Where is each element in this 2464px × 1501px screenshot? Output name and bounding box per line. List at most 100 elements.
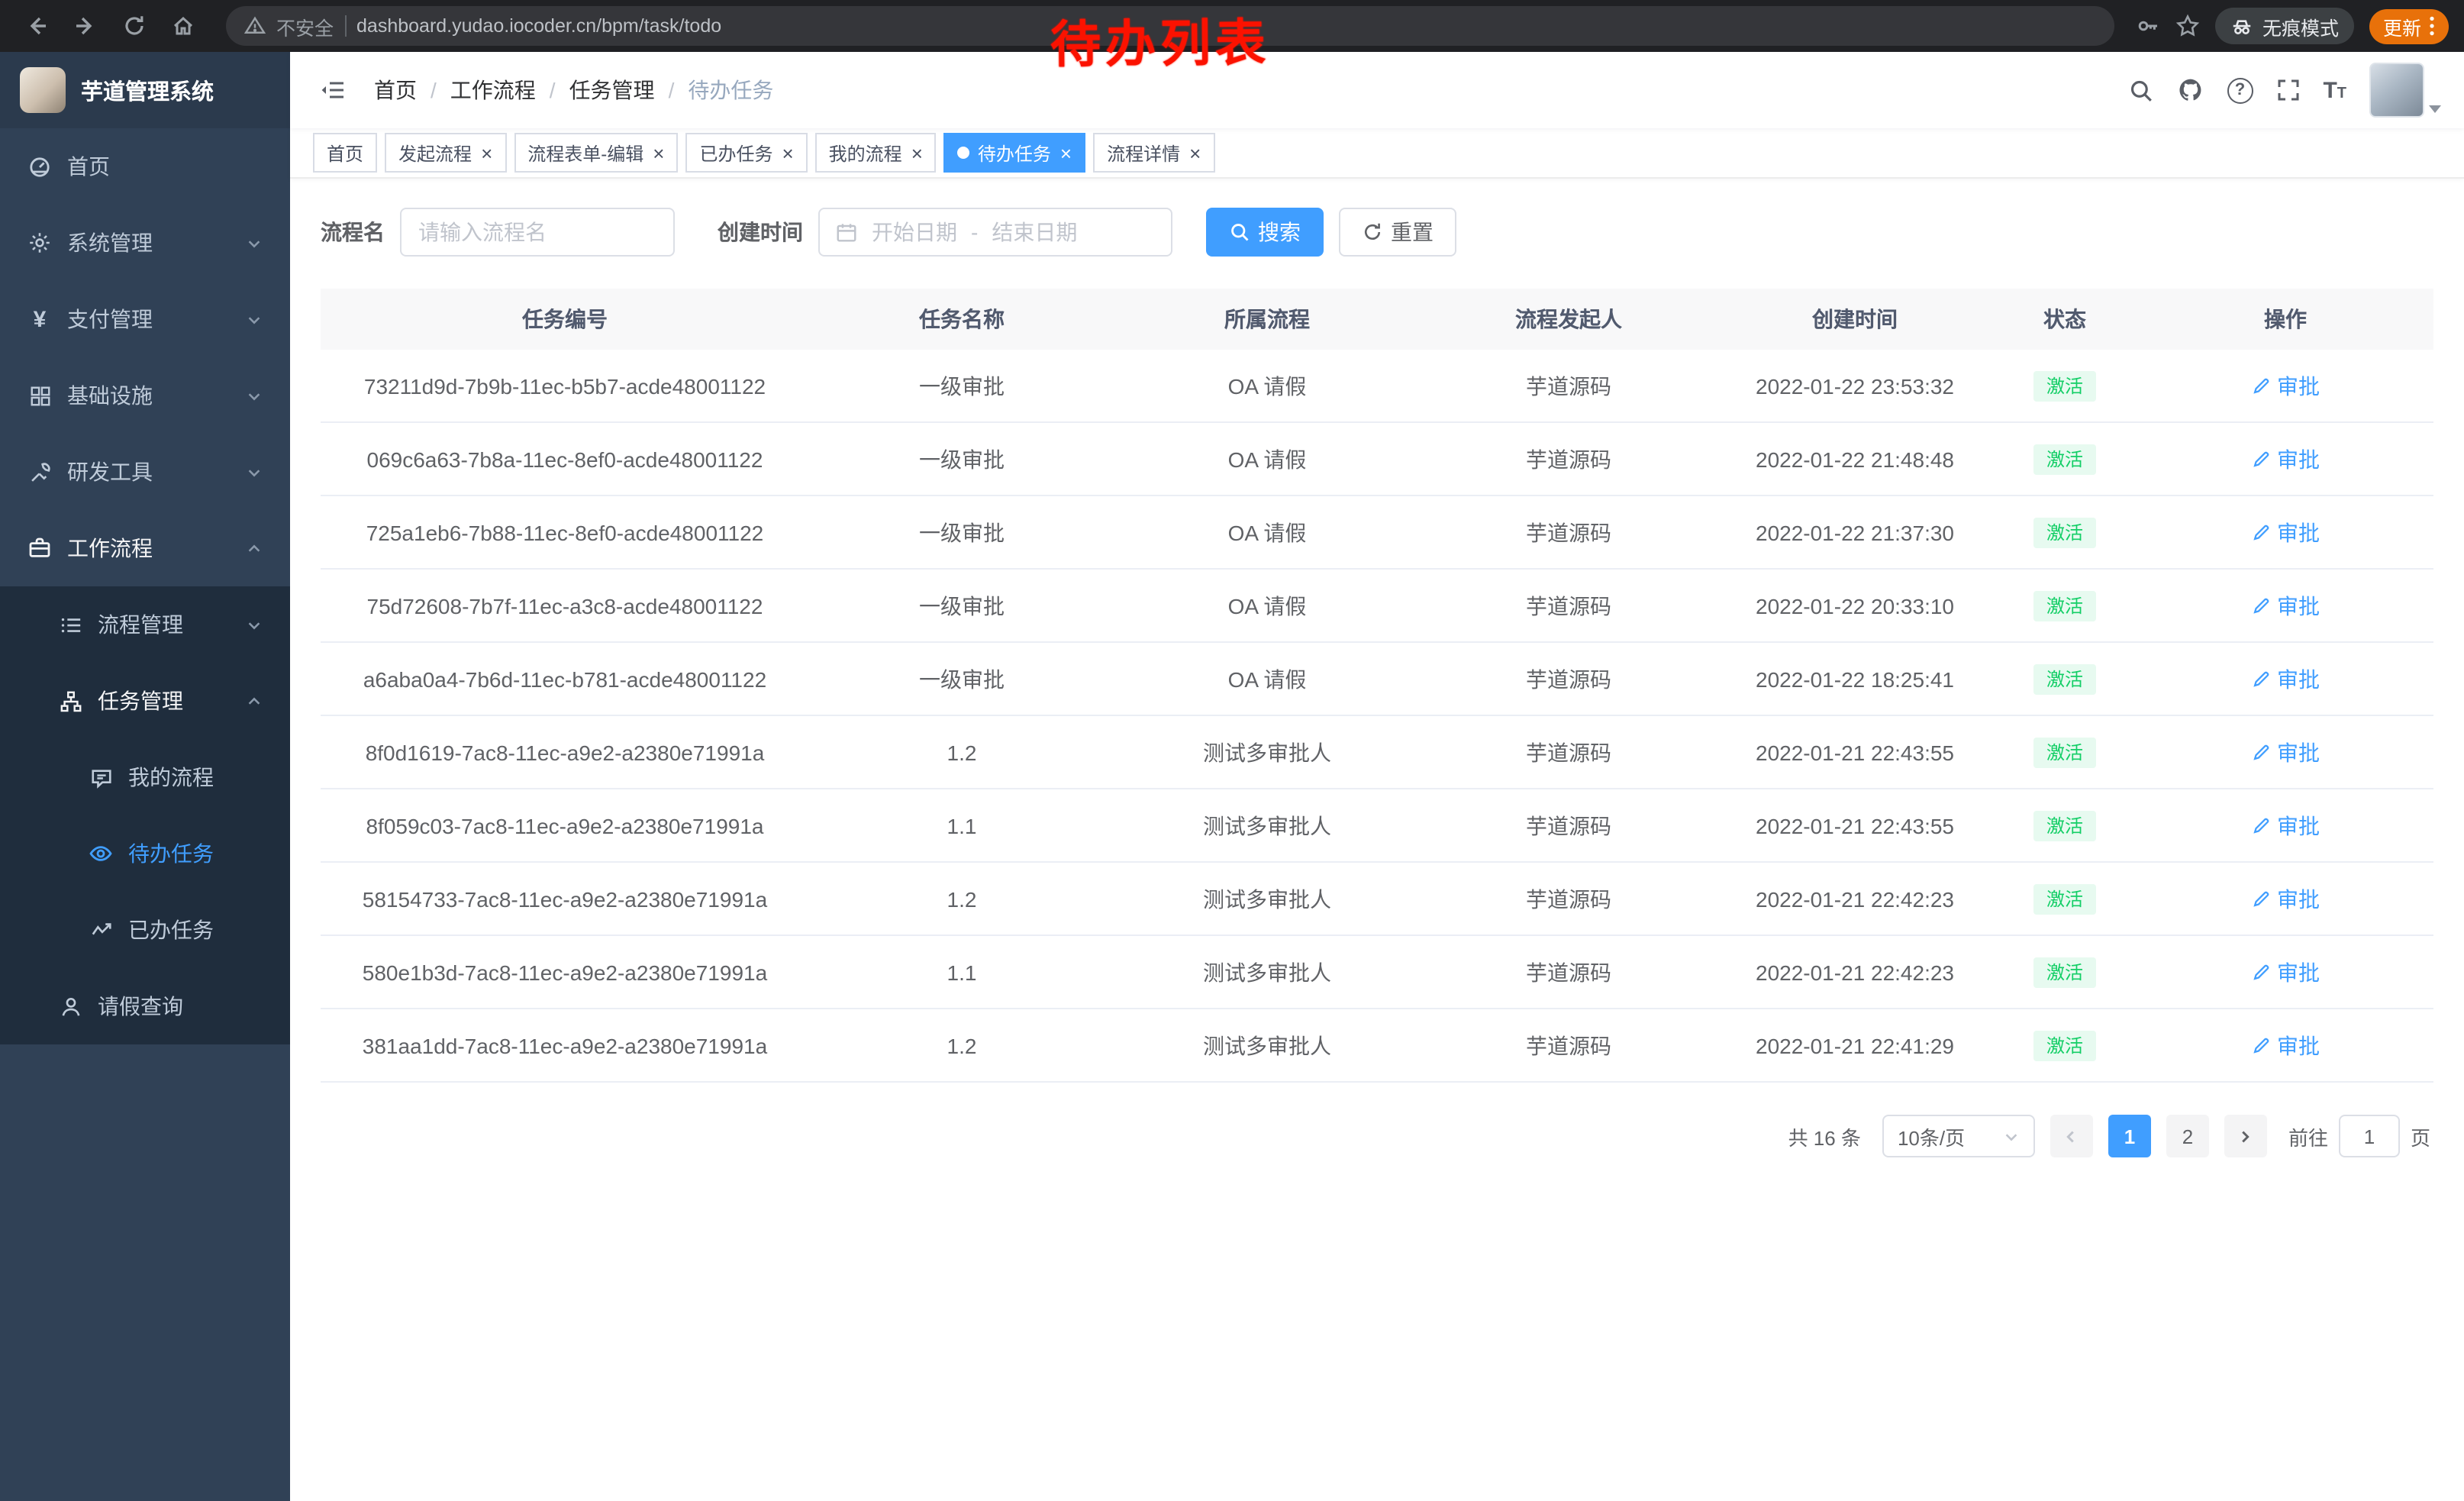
back-icon[interactable] [15, 5, 58, 47]
date-range-picker[interactable]: 开始日期 - 结束日期 [818, 208, 1172, 257]
search-icon[interactable] [2127, 77, 2153, 103]
breadcrumb-task-management[interactable]: 任务管理 [569, 75, 655, 105]
app-logo: 芋道管理系统 [0, 52, 290, 128]
page-button-1[interactable]: 1 [2108, 1115, 2151, 1157]
sidebar-item-workflow[interactable]: 工作流程 [0, 510, 290, 586]
sidebar-item-process-management[interactable]: 流程管理 [0, 586, 290, 663]
sidebar-item-system[interactable]: 系统管理 [0, 205, 290, 281]
sidebar-item-infrastructure[interactable]: 基础设施 [0, 357, 290, 434]
sidebar-item-task-management[interactable]: 任务管理 [0, 663, 290, 739]
initiator-cell: 芋道源码 [1420, 1030, 1717, 1060]
breadcrumb: 首页 / 工作流程 / 任务管理 / 待办任务 [374, 75, 773, 105]
process-cell: OA 请假 [1114, 517, 1420, 547]
reload-icon[interactable] [113, 5, 156, 47]
task-name-cell: 一级审批 [809, 370, 1114, 401]
approve-link[interactable]: 审批 [2251, 590, 2320, 621]
created-cell: 2022-01-21 22:42:23 [1717, 886, 1992, 911]
view-tab[interactable]: 流程表单-编辑 × [514, 133, 678, 173]
page-button-2[interactable]: 2 [2166, 1115, 2209, 1157]
todo-task-table: 任务编号 任务名称 所属流程 流程发起人 创建时间 状态 操作 73211d9d… [321, 289, 2433, 1083]
bookmark-star-icon[interactable] [2175, 14, 2200, 38]
status-badge: 激活 [2034, 444, 2095, 474]
task-id-cell: 75d72608-7b7f-11ec-a3c8-acde48001122 [321, 593, 809, 618]
font-size-icon[interactable]: TT [2323, 77, 2346, 103]
fullscreen-icon[interactable] [2275, 78, 2300, 102]
approve-link[interactable]: 审批 [2251, 737, 2320, 767]
forward-icon[interactable] [64, 5, 107, 47]
sidebar-item-home[interactable]: 首页 [0, 128, 290, 205]
table-body: 73211d9d-7b9b-11ec-b5b7-acde48001122 一级审… [321, 350, 2433, 1083]
approve-link[interactable]: 审批 [2251, 444, 2320, 474]
sidebar-item-done-tasks[interactable]: 已办任务 [0, 892, 290, 968]
view-tab[interactable]: 我的流程 × [815, 133, 937, 173]
view-tab[interactable]: 待办任务 × [944, 133, 1085, 173]
key-icon[interactable] [2136, 14, 2160, 38]
tab-close-icon[interactable]: × [911, 143, 923, 163]
tab-close-icon[interactable]: × [1189, 143, 1201, 163]
approve-link[interactable]: 审批 [2251, 1030, 2320, 1060]
goto-suffix: 页 [2411, 1122, 2430, 1151]
task-id-cell: 580e1b3d-7ac8-11ec-a9e2-a2380e71991a [321, 960, 809, 984]
status-cell: 激活 [1992, 590, 2137, 621]
task-id-cell: 73211d9d-7b9b-11ec-b5b7-acde48001122 [321, 373, 809, 398]
sidebar-fold-icon[interactable] [313, 72, 353, 108]
column-header-action: 操作 [2137, 304, 2433, 334]
sidebar-item-leave-query[interactable]: 请假查询 [0, 968, 290, 1044]
tab-close-icon[interactable]: × [1060, 143, 1072, 163]
sidebar-item-payment[interactable]: ¥ 支付管理 [0, 281, 290, 357]
created-cell: 2022-01-22 21:48:48 [1717, 447, 1992, 471]
sidebar-item-my-processes[interactable]: 我的流程 [0, 739, 290, 815]
approve-link[interactable]: 审批 [2251, 663, 2320, 694]
browser-update-button[interactable]: 更新 [2369, 8, 2449, 44]
status-cell: 激活 [1992, 883, 2137, 914]
process-name-input[interactable] [400, 208, 675, 257]
home-icon[interactable] [162, 5, 205, 47]
view-tab[interactable]: 已办任务 × [685, 133, 807, 173]
tab-close-icon[interactable]: × [653, 143, 664, 163]
task-id-cell: 725a1eb6-7b88-11ec-8ef0-acde48001122 [321, 520, 809, 544]
reset-button[interactable]: 重置 [1339, 208, 1456, 257]
github-icon[interactable] [2176, 76, 2204, 104]
sidebar-item-todo-tasks[interactable]: 待办任务 [0, 815, 290, 892]
help-icon[interactable]: ? [2227, 77, 2253, 103]
goto-page-input[interactable] [2339, 1115, 2400, 1157]
approve-link[interactable]: 审批 [2251, 957, 2320, 987]
incognito-badge[interactable]: 无痕模式 [2215, 8, 2354, 44]
view-tab[interactable]: 发起流程 × [385, 133, 506, 173]
tree-icon [58, 689, 82, 713]
initiator-cell: 芋道源码 [1420, 737, 1717, 767]
address-bar[interactable]: 不安全 dashboard.yudao.iocoder.cn/bpm/task/… [226, 6, 2114, 46]
sidebar-item-label: 研发工具 [67, 457, 153, 487]
action-cell: 审批 [2137, 957, 2433, 987]
action-cell: 审批 [2137, 590, 2433, 621]
prev-page-button[interactable] [2050, 1115, 2093, 1157]
approve-link[interactable]: 审批 [2251, 883, 2320, 914]
status-badge: 激活 [2034, 370, 2095, 401]
tab-close-icon[interactable]: × [782, 143, 793, 163]
table-row: a6aba0a4-7b6d-11ec-b781-acde48001122 一级审… [321, 643, 2433, 716]
page-size-select[interactable]: 10条/页 [1882, 1115, 2035, 1157]
action-cell: 审批 [2137, 370, 2433, 401]
approve-link[interactable]: 审批 [2251, 517, 2320, 547]
created-cell: 2022-01-21 22:43:55 [1717, 813, 1992, 838]
incognito-icon [2230, 15, 2253, 37]
approve-link[interactable]: 审批 [2251, 370, 2320, 401]
status-badge: 激活 [2034, 517, 2095, 547]
sidebar-item-dev-tools[interactable]: 研发工具 [0, 434, 290, 510]
approve-link[interactable]: 审批 [2251, 810, 2320, 841]
view-tab[interactable]: 首页 [313, 133, 377, 173]
breadcrumb-home[interactable]: 首页 [374, 75, 417, 105]
next-page-button[interactable] [2224, 1115, 2267, 1157]
breadcrumb-workflow[interactable]: 工作流程 [450, 75, 536, 105]
refresh-icon [1362, 221, 1383, 243]
gear-icon [27, 231, 52, 255]
search-button[interactable]: 搜索 [1206, 208, 1324, 257]
column-header-initiator: 流程发起人 [1420, 304, 1717, 334]
column-header-task-name: 任务名称 [809, 304, 1114, 334]
created-cell: 2022-01-22 23:53:32 [1717, 373, 1992, 398]
tab-close-icon[interactable]: × [481, 143, 492, 163]
view-tab[interactable]: 流程详情 × [1093, 133, 1214, 173]
action-cell: 审批 [2137, 1030, 2433, 1060]
user-avatar-menu[interactable] [2369, 63, 2441, 118]
status-cell: 激活 [1992, 957, 2137, 987]
